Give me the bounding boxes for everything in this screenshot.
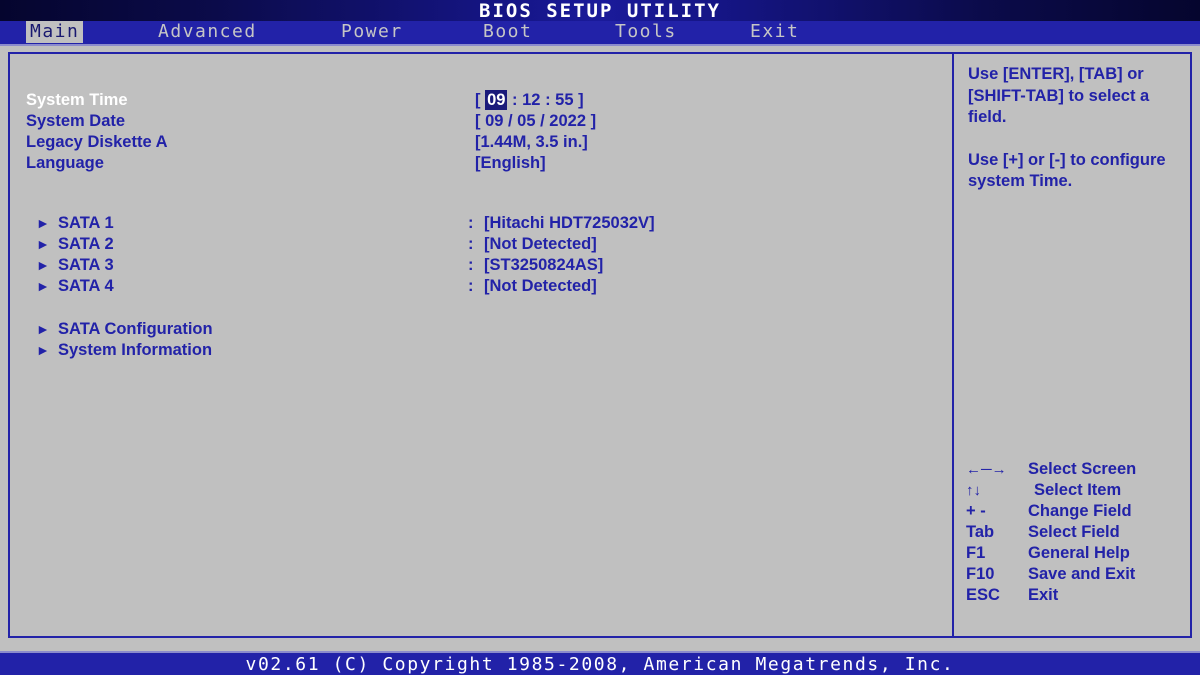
legend-row: F1 General Help — [966, 543, 1190, 564]
legend-key-icon: F10 — [966, 565, 995, 583]
setting-value[interactable]: [English] — [475, 153, 546, 174]
setting-row-system-date[interactable]: System Date [ 09 / 05 / 2022 ] — [10, 111, 952, 132]
time-hour-field[interactable]: 09 — [485, 90, 508, 110]
help-line-5: system Time. — [968, 172, 1073, 190]
device-label: SATA 3 — [58, 256, 114, 274]
menu-tab-exit[interactable]: Exit — [746, 21, 803, 43]
help-text: Use [ENTER], [TAB] or [SHIFT-TAB] to sel… — [968, 64, 1182, 193]
device-colon: : — [468, 214, 474, 232]
submenu-arrow-icon: ► — [36, 278, 50, 294]
menu-tab-advanced[interactable]: Advanced — [154, 21, 261, 43]
setting-row-legacy-diskette-a[interactable]: Legacy Diskette A [1.44M, 3.5 in.] — [10, 132, 952, 153]
bios-setup-screen: BIOS SETUP UTILITY Main Advanced Power Boot… — [0, 0, 1200, 675]
content-panel: System Time [ 09 : 12 : 55 ] System Date [ … — [8, 52, 1192, 638]
submenu-label: SATA Configuration — [58, 320, 213, 338]
legend-description: Save and Exit — [1028, 565, 1136, 583]
time-open-bracket: [ — [475, 91, 486, 109]
device-row-sata-4[interactable]: ► SATA 4: [Not Detected] — [10, 276, 952, 297]
help-pane: Use [ENTER], [TAB] or [SHIFT-TAB] to sel… — [954, 54, 1192, 636]
legend-description: Select Item — [1034, 481, 1122, 499]
submenu-arrow-icon: ► — [36, 321, 50, 337]
menu-tab-boot[interactable]: Boot — [479, 21, 536, 43]
time-second-field[interactable]: 55 — [555, 91, 573, 109]
help-gap — [968, 129, 1182, 150]
time-separator-2: : — [540, 91, 556, 109]
device-colon: : — [468, 277, 474, 295]
help-line-2: [SHIFT-TAB] to select a — [968, 86, 1150, 105]
submenu-label: System Information — [58, 341, 213, 359]
legend-row: F10 Save and Exit — [966, 564, 1190, 585]
setting-value[interactable]: [ 09 / 05 / 2022 ] — [475, 111, 596, 132]
device-label: SATA 2 — [58, 235, 114, 253]
setting-label: Language — [26, 154, 104, 172]
device-row-sata-1[interactable]: ► SATA 1: [Hitachi HDT725032V] — [10, 213, 952, 234]
device-value: [Not Detected] — [484, 277, 597, 295]
legend-row: Tab Select Field — [966, 522, 1190, 543]
legend-description: Exit — [1028, 586, 1059, 604]
setting-value[interactable]: [1.44M, 3.5 in.] — [475, 132, 588, 153]
copyright-text: v02.61 (C) Copyright 1985-2008, American… — [245, 654, 955, 675]
legend-key-icon: Tab — [966, 523, 995, 541]
legend-row: ←─→ Select Screen — [966, 459, 1190, 480]
menu-tab-main[interactable]: Main — [26, 21, 84, 43]
submenu-row-system-information[interactable]: ► System Information — [10, 340, 952, 361]
setting-label: System Date — [26, 112, 126, 130]
time-separator-1: : — [507, 91, 523, 109]
legend-description: Select Field — [1028, 523, 1120, 541]
device-value: [Hitachi HDT725032V] — [484, 214, 655, 232]
time-close-bracket: ] — [573, 91, 584, 109]
legend-key-icon: ↑↓ — [966, 482, 981, 499]
device-row-sata-2[interactable]: ► SATA 2: [Not Detected] — [10, 234, 952, 255]
help-line-3: field. — [968, 108, 1007, 126]
page-title: BIOS SETUP UTILITY — [479, 0, 721, 22]
setting-label: Legacy Diskette A — [26, 133, 168, 151]
device-label: SATA 4 — [58, 277, 114, 295]
setting-row-system-time[interactable]: System Time [ 09 : 12 : 55 ] — [10, 90, 952, 111]
legend-key-icon: F1 — [966, 544, 986, 562]
submenu-arrow-icon: ► — [36, 342, 50, 358]
device-colon: : — [468, 235, 474, 253]
device-value: [ST3250824AS] — [484, 256, 604, 274]
legend-description: Change Field — [1028, 502, 1132, 520]
menu-bar: Main Advanced Power Boot Tools Exit — [0, 21, 1200, 46]
device-row-sata-3[interactable]: ► SATA 3: [ST3250824AS] — [10, 255, 952, 276]
submenu-arrow-icon: ► — [36, 215, 50, 231]
settings-pane: System Time [ 09 : 12 : 55 ] System Date [ … — [10, 54, 952, 636]
device-colon: : — [468, 256, 474, 274]
help-line-4: Use [+] or [-] to configure — [968, 150, 1166, 169]
setting-label: System Time — [26, 91, 128, 109]
legend-row: + - Change Field — [966, 501, 1190, 522]
legend-row: ↑↓ Select Item — [966, 480, 1190, 501]
legend-row: ESC Exit — [966, 585, 1190, 606]
time-minute-field[interactable]: 12 — [522, 91, 540, 109]
menu-tab-power[interactable]: Power — [337, 21, 407, 43]
legend-key-icon: ←─→ — [966, 461, 1007, 478]
legend-key-icon: ESC — [966, 586, 1000, 604]
title-bar: BIOS SETUP UTILITY — [0, 0, 1200, 21]
legend-key-icon: + - — [966, 502, 986, 520]
setting-row-language[interactable]: Language [English] — [10, 153, 952, 174]
footer-bar: v02.61 (C) Copyright 1985-2008, American… — [0, 651, 1200, 675]
submenu-arrow-icon: ► — [36, 236, 50, 252]
submenu-row-sata-configuration[interactable]: ► SATA Configuration — [10, 319, 952, 340]
system-time-value[interactable]: [ 09 : 12 : 55 ] — [475, 90, 584, 111]
menu-tab-tools[interactable]: Tools — [611, 21, 681, 43]
legend-description: General Help — [1028, 544, 1130, 562]
device-label: SATA 1 — [58, 214, 114, 232]
submenu-arrow-icon: ► — [36, 257, 50, 273]
key-legend: ←─→ Select Screen ↑↓ Select Item + - Change F… — [966, 459, 1190, 606]
help-line-1: Use [ENTER], [TAB] or — [968, 65, 1144, 83]
legend-description: Select Screen — [1028, 460, 1137, 478]
device-value: [Not Detected] — [484, 235, 597, 253]
